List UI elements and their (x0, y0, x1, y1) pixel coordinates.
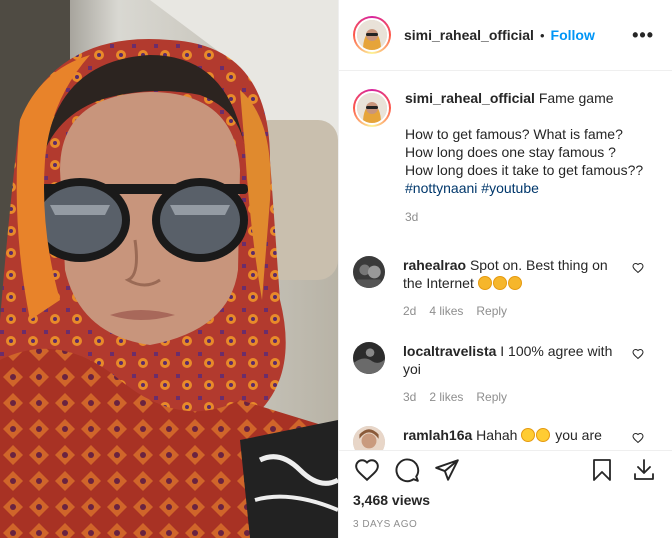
avatar-image-icon (353, 256, 385, 288)
download-icon[interactable] (630, 456, 658, 484)
caption-text: How to get famous? What is fame? How lon… (405, 126, 644, 178)
caption-username-link[interactable]: simi_raheal_official (405, 90, 535, 106)
commenter-avatar[interactable] (353, 342, 385, 374)
comment-age[interactable]: 2d (403, 302, 416, 320)
action-icons-row (353, 451, 658, 487)
clap-emoji-icon (477, 275, 523, 291)
comment-meta: 3d 2 likes Reply (403, 388, 617, 406)
post-actions: 3,468 views 3 DAYS AGO (339, 450, 672, 538)
follow-button[interactable]: Follow (551, 27, 595, 43)
comment-body: ramlah16a Hahah you are (403, 426, 617, 450)
caption-title: Fame game (538, 90, 614, 106)
caption-age[interactable]: 3d (405, 208, 645, 226)
comment-meta: 2d 4 likes Reply (403, 302, 617, 320)
caption-body: simi_raheal_official Fame game How to ge… (405, 89, 645, 226)
share-paper-plane-icon[interactable] (433, 456, 461, 484)
caption-avatar[interactable] (355, 91, 389, 125)
caption: simi_raheal_official Fame game How to ge… (353, 89, 658, 226)
comment-age[interactable]: 3d (403, 388, 416, 406)
right-action-icons (574, 456, 658, 484)
comment-body: localtravelista I 100% agree with yoi 3d… (403, 342, 617, 406)
avatar-image-icon (353, 342, 385, 374)
heart-icon[interactable] (632, 348, 644, 360)
post-sidebar: simi_raheal_official • Follow ••• simi_r… (338, 0, 672, 538)
avatar-image-icon (357, 20, 387, 50)
comment-bubble-icon[interactable] (393, 456, 421, 484)
caption-story-ring[interactable] (353, 89, 391, 127)
comment-item: rahealrao Spot on. Best thing on the Int… (353, 256, 658, 320)
comment-item: ramlah16a Hahah you are (353, 426, 658, 450)
avatar-image-icon (357, 93, 387, 123)
comment-username-link[interactable]: rahealrao (403, 257, 466, 273)
comments-list[interactable]: simi_raheal_official Fame game How to ge… (339, 71, 672, 450)
separator-dot: • (539, 27, 545, 43)
avatar-image-icon (353, 426, 385, 450)
comment-username-link[interactable]: ramlah16a (403, 427, 472, 443)
instagram-post: simi_raheal_official • Follow ••• simi_r… (0, 0, 672, 538)
heart-icon[interactable] (632, 432, 644, 444)
author-username-link[interactable]: simi_raheal_official (404, 27, 534, 43)
laughing-emoji-icon (521, 427, 551, 443)
reply-button[interactable]: Reply (476, 302, 507, 320)
more-options-icon[interactable]: ••• (632, 25, 658, 46)
story-ring[interactable] (353, 16, 391, 54)
comment-text-continued: you are (555, 427, 602, 443)
hashtag-link[interactable]: #youtube (481, 180, 539, 196)
like-heart-icon[interactable] (353, 456, 381, 484)
post-video[interactable] (0, 0, 338, 538)
comment-likes[interactable]: 2 likes (429, 388, 463, 406)
comment-username-link[interactable]: localtravelista (403, 343, 496, 359)
post-header: simi_raheal_official • Follow ••• (339, 0, 672, 71)
comment-body: rahealrao Spot on. Best thing on the Int… (403, 256, 617, 320)
author-avatar[interactable] (355, 18, 389, 52)
comment-text: Hahah (476, 427, 518, 443)
commenter-avatar[interactable] (353, 426, 385, 450)
comment-item: localtravelista I 100% agree with yoi 3d… (353, 342, 658, 406)
video-frame-image (0, 0, 338, 538)
hashtag-link[interactable]: #nottynaani (405, 180, 477, 196)
reply-button[interactable]: Reply (476, 388, 507, 406)
comment-likes[interactable]: 4 likes (429, 302, 463, 320)
caption-text-block: How to get famous? What is fame? How lon… (405, 125, 645, 197)
commenter-avatar[interactable] (353, 256, 385, 288)
bookmark-icon[interactable] (588, 456, 616, 484)
heart-icon[interactable] (632, 262, 644, 274)
post-timestamp[interactable]: 3 DAYS AGO (353, 519, 658, 530)
view-count[interactable]: 3,468 views (353, 492, 658, 508)
